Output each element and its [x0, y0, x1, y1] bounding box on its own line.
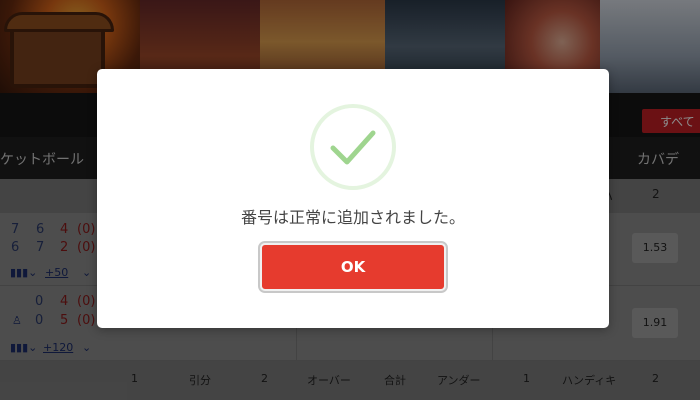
success-message: 番号は正常に追加されました。: [240, 208, 465, 227]
success-dialog: 番号は正常に追加されました。 OK: [97, 69, 609, 328]
ok-button[interactable]: OK: [258, 241, 448, 293]
checkmark-icon: [309, 103, 397, 191]
